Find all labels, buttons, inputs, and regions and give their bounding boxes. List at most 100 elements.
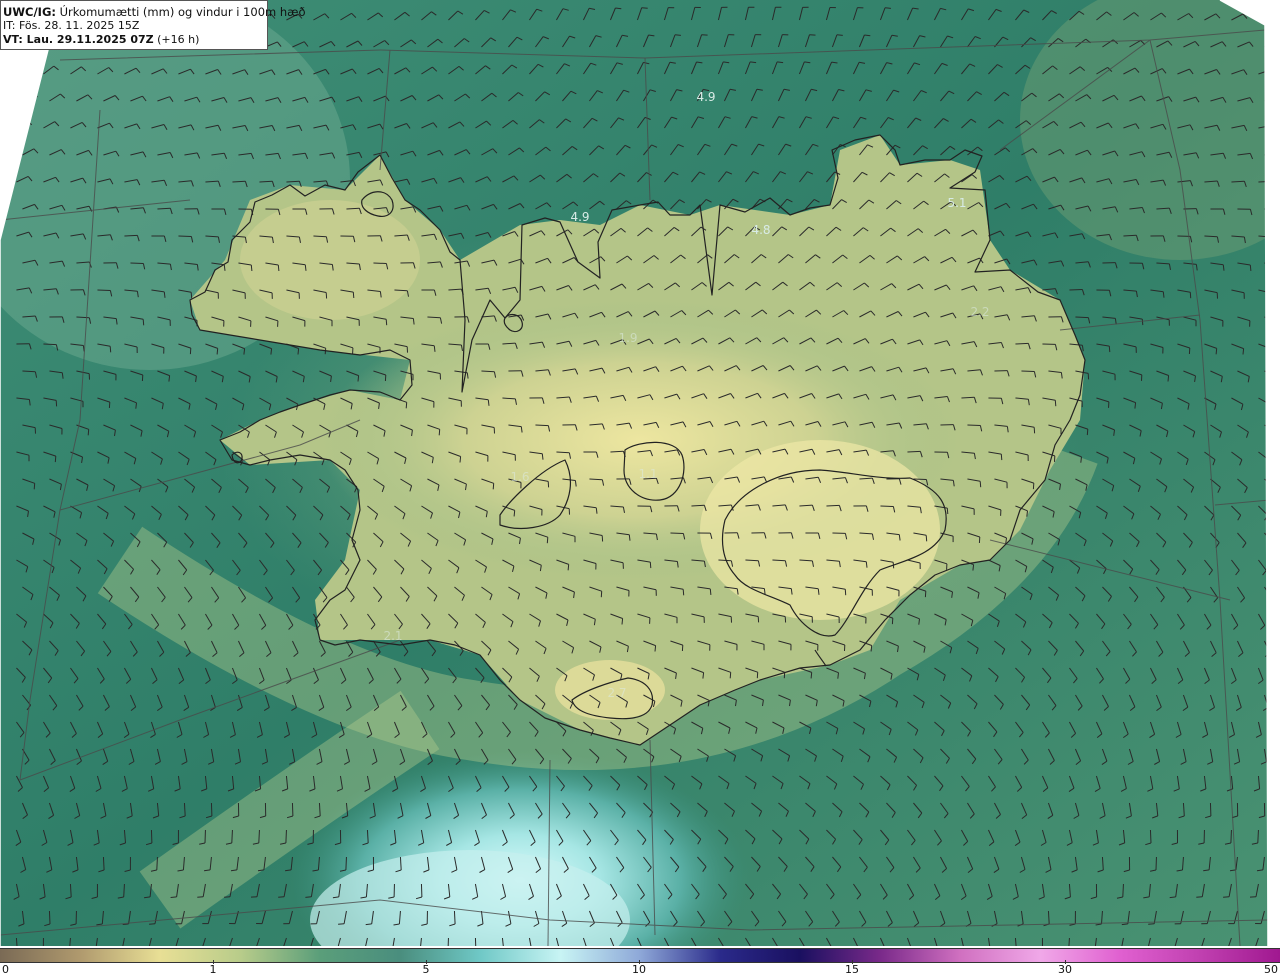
map-value-label: 2.1 [383,629,403,643]
wind-barb-flag [405,402,408,409]
wind-barb-flag [702,672,705,679]
wind-barb-flag [595,507,598,514]
wind-barb-flag [223,264,226,271]
wind-barb-flag [142,319,145,326]
wind-barb-flag [1267,404,1268,411]
wind-barb-flag [1270,349,1271,355]
wind-barb [1149,829,1152,844]
wind-barb-flag [1196,896,1203,898]
wind-barb-flag [884,7,891,9]
wind-barb-flag [277,264,280,272]
wind-barb-flag [1162,291,1165,298]
wind-barb-flag [1086,429,1089,436]
colorbar-gradient [0,948,1280,963]
wind-barb-flag [1222,264,1225,271]
wind-barb-flag [109,346,112,353]
wind-barb [157,207,171,210]
wind-barb [313,235,327,238]
colorbar-tick: 5 [422,963,430,976]
wind-barb-flag [250,264,253,272]
wind-barb [1075,316,1089,319]
wind-barb [772,559,786,562]
wind-barb [535,424,549,427]
wind-barb [48,910,51,925]
wind-barb [745,559,759,562]
wind-barb [670,532,684,534]
wind-barb-flag [674,34,681,36]
map-value-label: 4.9 [570,210,590,224]
wind-barb [97,289,111,291]
wind-barb-flag [817,588,820,595]
wind-barb-flag [87,429,90,436]
wind-barb-flag [168,375,171,382]
wind-barb [427,316,441,319]
colorbar-tick: 15 [845,963,859,976]
wind-barb [259,180,273,183]
map-value-label: 1.1 [638,467,658,481]
wind-barb [481,370,495,373]
wind-barb-flag [459,456,462,463]
wind-barb-flag [541,453,544,460]
wind-barb [124,234,138,237]
lead-time: (+16 h) [153,33,200,46]
wind-barb-flag [197,896,204,898]
wind-barb-flag [946,508,949,515]
wind-barb-flag [865,561,868,568]
wind-barb-flag [433,345,436,352]
map-value-label: 4.8 [751,223,771,237]
wind-barb-flag [628,534,631,541]
map-value-label: 2.2 [970,305,990,319]
wind-barb-flag [709,588,712,595]
weather-map[interactable]: 4.9 4.9 4.8 5.1 2.2 1.9 1.1 1.6 2.1 2.7 [0,0,1280,946]
colorbar-tick: 1 [209,963,217,976]
wind-barb [43,343,57,346]
wind-barb-flag [216,348,219,355]
wind-barb-flag [1141,319,1144,326]
wind-barb-flag [1249,264,1252,271]
wind-barb-flag [777,61,784,64]
wind-barb-flag [1148,923,1155,925]
wind-barb-flag [1169,896,1176,899]
wind-barb-flag [135,402,137,409]
wind-barb-flag [513,510,516,517]
issue-time: IT: Fös. 28. 11. 2025 15Z [3,19,140,32]
wind-barb [1264,97,1268,102]
wind-barb [913,478,927,480]
valid-time-line: VT: Lau. 29.11.2025 07Z (+16 h) [3,33,267,47]
wind-barb-flag [750,61,757,64]
colorbar-tick: 30 [1058,963,1072,976]
wind-barb-flag [1274,432,1276,438]
wind-barb [102,856,105,871]
wind-barb [231,829,233,844]
wind-barb-flag [870,645,873,652]
wind-barb-flag [1134,402,1137,409]
model-name: UWC/IG: [3,5,56,19]
wind-barb-flag [1277,265,1278,271]
wind-barb-flag [297,348,300,355]
wind-barb [1258,13,1268,21]
wind-barb [589,478,603,481]
wind-barb-flag [1272,488,1275,493]
wind-barb [1069,289,1083,291]
wind-barb-flag [487,399,490,406]
wind-barb [258,829,260,844]
wind-barb [1122,883,1124,898]
wind-barb-flag [1275,377,1276,383]
wind-barb-flag [190,292,193,299]
wind-barb-flag [1270,543,1273,548]
wind-barb-flag [810,672,813,679]
wind-barb [232,180,246,183]
wind-barb-flag [729,672,732,679]
map-value-label: 5.1 [947,196,967,210]
wind-barb-flag [1242,348,1245,355]
map-info-box: UWC/IG: Úrkomumætti (mm) og vindur i 100… [0,0,306,50]
wind-barb-flag [163,291,166,298]
wind-barb-flag [682,589,685,596]
wind-barb-flag [972,564,975,571]
wind-barb [1123,234,1137,237]
wind-barb [1264,41,1268,48]
wind-barb [1021,370,1035,372]
colorbar-tick: 10 [632,963,646,976]
wind-barb-flag [1215,348,1218,355]
colorbar: 0 1 5 10 15 30 50 [0,946,1280,978]
